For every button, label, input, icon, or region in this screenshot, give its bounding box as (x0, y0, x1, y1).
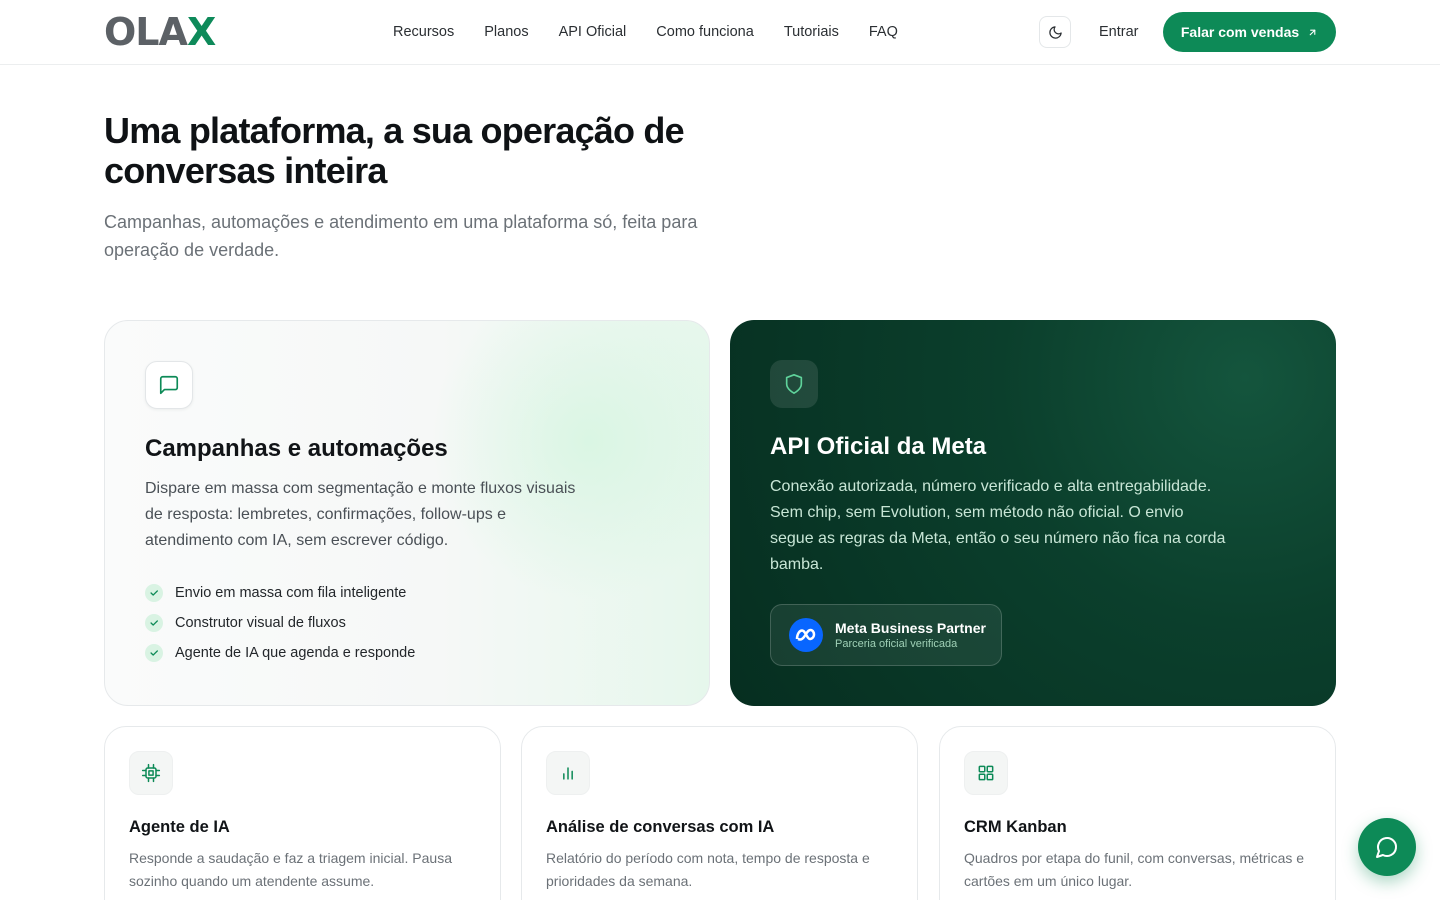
card-icon-box (964, 751, 1008, 795)
main-nav: Recursos Planos API Oficial Como funcion… (393, 22, 898, 42)
sales-cta-button[interactable]: Falar com vendas (1163, 12, 1336, 52)
card-icon-box (145, 361, 193, 409)
check-icon (145, 614, 163, 632)
nav-como-funciona[interactable]: Como funciona (656, 22, 754, 42)
feature-label: Construtor visual de fluxos (175, 615, 346, 631)
check-icon (145, 644, 163, 662)
campaigns-feature-list: Envio em massa com fila inteligente Cons… (145, 578, 415, 668)
shield-icon (785, 374, 803, 394)
site-header: OLAX Recursos Planos API Oficial Como fu… (0, 0, 1440, 65)
conversation-analysis-card: Análise de conversas com IA Relatório do… (521, 726, 918, 900)
feature-label: Agente de IA que agenda e responde (175, 645, 416, 661)
sales-cta-label: Falar com vendas (1180, 24, 1300, 40)
grid-icon (978, 765, 994, 781)
meta-partner-badge: Meta Business Partner Parceria oficial v… (770, 604, 1002, 666)
chat-bubble-icon (1376, 837, 1397, 858)
ai-agent-title: Agente de IA (129, 818, 230, 836)
page-title: Uma plataforma, a sua operação de conver… (104, 110, 685, 191)
card-icon-box (770, 360, 818, 408)
feature-item: Construtor visual de fluxos (145, 608, 415, 638)
feature-item: Agente de IA que agenda e responde (145, 638, 415, 668)
campaigns-description: Dispare em massa com segmentação e monte… (145, 480, 576, 549)
meta-badge-text: Meta Business Partner Parceria oficial v… (835, 619, 986, 651)
message-square-icon (159, 375, 179, 395)
arrow-up-right-icon (1309, 29, 1316, 35)
olax-logo[interactable]: OLAX (104, 10, 216, 54)
crm-kanban-card: CRM Kanban Quadros por etapa do funil, c… (939, 726, 1336, 900)
crm-kanban-description: Quadros por etapa do funil, com conversa… (964, 850, 1305, 889)
feature-label: Envio em massa com fila inteligente (175, 585, 407, 601)
chat-button[interactable] (1358, 818, 1416, 876)
ai-agent-card: Agente de IA Responde a saudação e faz a… (104, 726, 501, 900)
crm-kanban-title: CRM Kanban (964, 818, 1067, 836)
meta-badge-title: Meta Business Partner (835, 620, 986, 636)
moon-icon (1048, 25, 1062, 39)
logo-text: OLAX (104, 10, 216, 54)
nav-faq[interactable]: FAQ (869, 22, 898, 42)
chip-icon (141, 763, 161, 783)
meta-badge-subtitle: Parceria oficial verificada (835, 638, 958, 650)
feature-item: Envio em massa com fila inteligente (145, 578, 415, 608)
bar-chart-icon (563, 767, 573, 780)
conversation-analysis-title: Análise de conversas com IA (546, 818, 775, 836)
nav-api-oficial[interactable]: API Oficial (559, 22, 627, 42)
card-icon-box (546, 751, 590, 795)
login-link[interactable]: Entrar (1099, 22, 1139, 42)
card-icon-box (129, 751, 173, 795)
nav-recursos[interactable]: Recursos (393, 22, 454, 42)
page-subtitle: Campanhas, automações e atendimento em u… (104, 212, 698, 260)
meta-logo-icon (789, 618, 823, 652)
ai-agent-description: Responde a saudação e faz a triagem inic… (129, 850, 452, 889)
meta-api-description: Conexão autorizada, número verificado e … (770, 478, 1226, 573)
campaigns-card: Campanhas e automações Dispare em massa … (104, 320, 710, 706)
conversation-analysis-description: Relatório do período com nota, tempo de … (546, 850, 870, 889)
check-icon (145, 584, 163, 602)
nav-tutoriais[interactable]: Tutoriais (784, 22, 839, 42)
meta-api-card: API Oficial da Meta Conexão autorizada, … (730, 320, 1336, 706)
campaigns-title: Campanhas e automações (145, 435, 448, 462)
meta-api-title: API Oficial da Meta (770, 433, 987, 460)
theme-toggle-button[interactable] (1039, 16, 1071, 48)
nav-planos[interactable]: Planos (484, 22, 528, 42)
